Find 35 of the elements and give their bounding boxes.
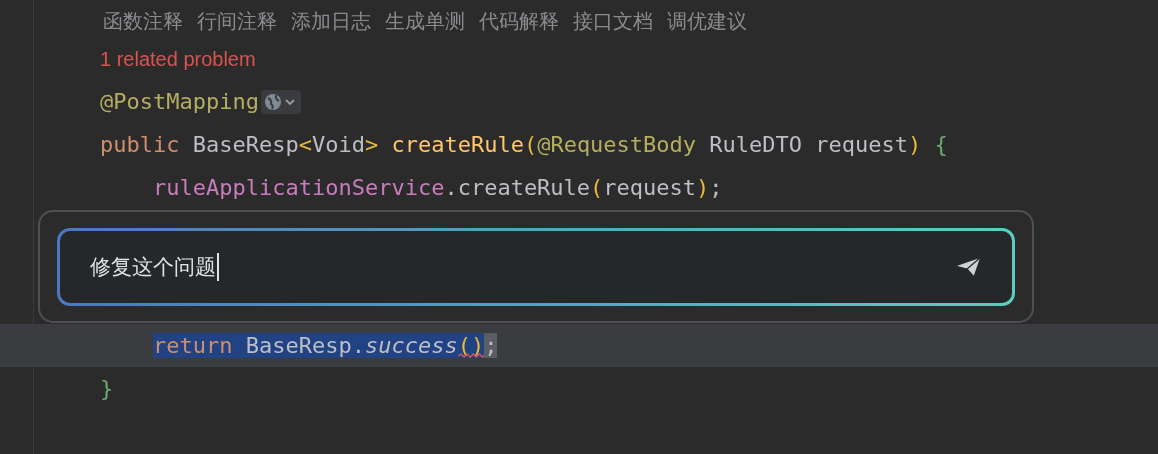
- code-action-link[interactable]: 函数注释: [103, 7, 183, 35]
- code-action-link[interactable]: 接口文档: [573, 7, 653, 35]
- code-token: ): [696, 175, 710, 200]
- code-action-link[interactable]: 添加日志: [291, 7, 371, 35]
- code-token: <: [298, 132, 312, 157]
- code-token: (: [590, 175, 604, 200]
- code-token: BaseResp: [191, 132, 299, 157]
- code-token: .createRule: [444, 175, 591, 200]
- code-token: return: [153, 333, 233, 358]
- code-token: (): [457, 333, 485, 358]
- code-token: {: [933, 132, 948, 157]
- code-token: RuleDTO request: [708, 132, 908, 157]
- code-token: (: [523, 132, 538, 157]
- code-token: >: [364, 132, 379, 157]
- code-token: }: [100, 376, 114, 401]
- problem-link[interactable]: 1 related problem: [100, 47, 256, 71]
- code-token: @PostMapping: [100, 89, 259, 114]
- code-token: ;: [484, 333, 498, 358]
- code-token: request: [603, 175, 697, 200]
- code-token: public: [100, 132, 180, 157]
- prompt-field[interactable]: 修复这个问题: [57, 227, 1015, 306]
- code-token: success: [364, 333, 458, 358]
- code-token: BaseResp.: [232, 333, 365, 358]
- code-token: ruleApplicationService: [153, 175, 445, 200]
- send-icon[interactable]: [954, 255, 982, 278]
- code-token: ): [908, 132, 922, 157]
- code-token: @RequestBody: [537, 132, 697, 157]
- code-action-link[interactable]: 行间注释: [197, 7, 277, 35]
- code-action-link[interactable]: 调优建议: [667, 7, 747, 35]
- code-token: createRule: [390, 132, 524, 157]
- globe-icon[interactable]: [260, 89, 301, 114]
- code-token: Void: [311, 132, 365, 157]
- code-action-link[interactable]: 生成单测: [385, 7, 465, 35]
- code-action-link[interactable]: 代码解释: [479, 7, 559, 35]
- code-token: ;: [709, 175, 723, 200]
